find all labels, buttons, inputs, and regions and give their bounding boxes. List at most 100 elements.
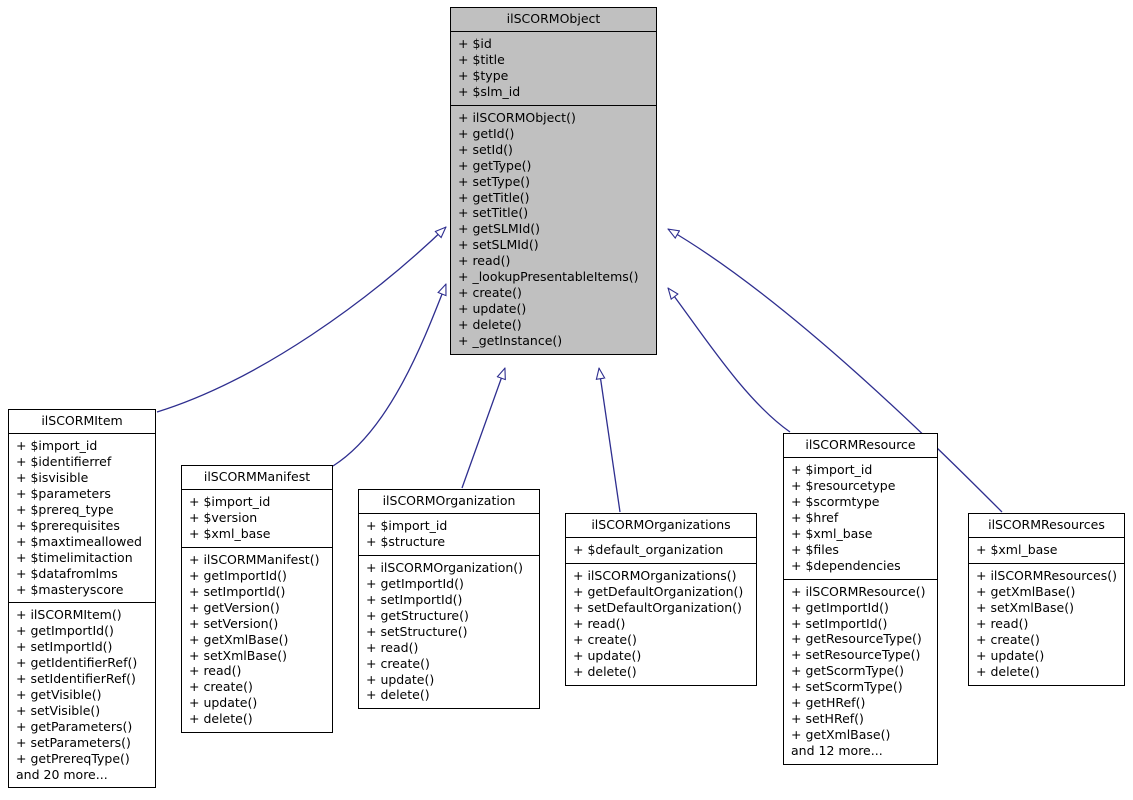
class-method: + update() bbox=[366, 671, 435, 687]
class-attribute: + $structure bbox=[366, 534, 446, 550]
class-method: + ilSCORMManifest() bbox=[189, 552, 320, 568]
class-method: + getTitle() bbox=[458, 189, 530, 205]
class-method: + ilSCORMObject() bbox=[458, 110, 576, 125]
class-method: + getPrereqType() bbox=[16, 750, 130, 766]
class-method: + setImportId() bbox=[366, 592, 463, 607]
class-method: + setHRef() bbox=[791, 710, 864, 726]
class-attribute: + $import_id bbox=[791, 462, 873, 478]
class-method: + update() bbox=[458, 300, 527, 316]
class-attribute: + $default_organization bbox=[573, 542, 724, 558]
edge-ilscormorganizations-to-ilscormobject bbox=[599, 368, 621, 513]
class-name-label: ilSCORMManifest bbox=[182, 466, 332, 491]
class-attribute: + $dependencies bbox=[791, 557, 901, 573]
class-method: + getScormType() bbox=[791, 663, 904, 679]
class-attribute: + $prereq_type bbox=[16, 502, 114, 517]
class-attribute: + $xml_base bbox=[791, 526, 873, 541]
class-attribute: + $datafromlms bbox=[16, 565, 118, 581]
class-attribute: + $import_id bbox=[189, 494, 271, 510]
methods-compartment: + ilSCORMResources() + getXmlBase() + setX… bbox=[969, 564, 1124, 684]
class-method: + getDefaultOrganization() bbox=[573, 584, 744, 600]
class-method: + delete() bbox=[573, 663, 637, 679]
uml-class-ilscormresources[interactable]: ilSCORMResources + $xml_base + ilSCORMReso… bbox=[968, 513, 1125, 686]
class-method: + getId() bbox=[458, 125, 515, 141]
attributes-compartment: + $xml_base bbox=[969, 538, 1124, 565]
class-method: + ilSCORMOrganizations() bbox=[573, 568, 737, 584]
class-method: + ilSCORMResource() bbox=[791, 583, 926, 599]
class-attribute: + $id bbox=[458, 36, 492, 52]
uml-class-ilscormorganization[interactable]: ilSCORMOrganization + $import_id + $struct… bbox=[358, 489, 540, 710]
class-attribute: + $masteryscore bbox=[16, 581, 124, 597]
attributes-compartment: + $import_id + $resourcetype + $scormtype +… bbox=[784, 458, 937, 580]
methods-compartment: + ilSCORMItem() + getImportId() + setImpor… bbox=[9, 603, 155, 787]
class-method: + delete() bbox=[366, 687, 430, 703]
class-attribute: + $timelimitaction bbox=[16, 549, 133, 565]
uml-class-ilscormitem[interactable]: ilSCORMItem + $import_id + $identifierref +… bbox=[8, 409, 156, 789]
class-method: + getVisible() bbox=[16, 686, 102, 702]
class-method: + setVisible() bbox=[16, 702, 101, 718]
class-method: + create() bbox=[189, 679, 253, 695]
class-method: + getXmlBase() bbox=[791, 726, 891, 742]
class-method: + ilSCORMResources() bbox=[976, 568, 1117, 584]
class-attribute: + $title bbox=[458, 52, 505, 68]
class-method: + read() bbox=[976, 616, 1029, 631]
class-attribute: + $scormtype bbox=[791, 494, 880, 510]
attributes-compartment: + $id + $title + $type + $slm_id bbox=[451, 32, 656, 106]
class-attribute: + $slm_id bbox=[458, 84, 521, 100]
methods-compartment: + ilSCORMResource() + getImportId() + setI… bbox=[784, 580, 937, 764]
class-method: + setResourceType() bbox=[791, 647, 921, 663]
class-attribute: + $xml_base bbox=[976, 542, 1058, 558]
class-method: + setTitle() bbox=[458, 205, 529, 221]
attributes-compartment: + $import_id + $structure bbox=[359, 514, 539, 557]
class-method: + read() bbox=[366, 639, 419, 655]
class-method: + setIdentifierRef() bbox=[16, 671, 136, 687]
class-method: + create() bbox=[458, 284, 522, 300]
class-name-label: ilSCORMObject bbox=[451, 8, 656, 33]
methods-compartment: + ilSCORMOrganizations() + getDefaultOrga… bbox=[566, 564, 756, 684]
class-attribute: + $xml_base bbox=[189, 526, 271, 542]
class-method: + getIdentifierRef() bbox=[16, 655, 138, 671]
methods-compartment: + ilSCORMManifest() + getImportId() + setI… bbox=[182, 548, 332, 732]
class-method: + getType() bbox=[458, 157, 532, 173]
uml-class-ilscormorganizations[interactable]: ilSCORMOrganizations + $default_organizat… bbox=[565, 513, 757, 686]
class-attribute: + $import_id bbox=[366, 518, 448, 534]
class-method: + delete() bbox=[976, 663, 1040, 679]
class-method: + create() bbox=[573, 631, 637, 647]
edge-ilscormorganization-to-ilscormobject bbox=[461, 368, 505, 489]
class-method: + setVersion() bbox=[189, 615, 279, 631]
attributes-compartment: + $import_id + $identifierref + $isvisible… bbox=[9, 434, 155, 604]
class-method: + setXmlBase() bbox=[189, 647, 287, 663]
class-attribute: + $files bbox=[791, 541, 839, 557]
class-method: + _lookupPresentableItems() bbox=[458, 269, 639, 285]
methods-compartment: + ilSCORMObject() + getId() + setId() + get… bbox=[451, 106, 656, 354]
class-attribute: + $parameters bbox=[16, 486, 111, 502]
class-method: + getParameters() bbox=[16, 718, 133, 734]
class-method: + update() bbox=[573, 647, 642, 663]
class-method: + ilSCORMOrganization() bbox=[366, 560, 524, 576]
uml-class-ilscormmanifest[interactable]: ilSCORMManifest + $import_id + $version + $… bbox=[181, 465, 333, 734]
class-method: + setParameters() bbox=[16, 734, 131, 750]
class-method: + getXmlBase() bbox=[189, 631, 289, 647]
class-more-members-label: and 12 more... bbox=[791, 742, 883, 758]
class-method: + delete() bbox=[458, 316, 522, 332]
class-method: + update() bbox=[976, 647, 1045, 663]
class-attribute: + $href bbox=[791, 510, 839, 526]
class-method: + setImportId() bbox=[189, 583, 286, 599]
methods-compartment: + ilSCORMOrganization() + getImportId() + … bbox=[359, 556, 539, 708]
uml-class-ilscormresource[interactable]: ilSCORMResource + $import_id + $resourcety… bbox=[783, 433, 938, 765]
class-more-members-label: and 20 more... bbox=[16, 766, 108, 782]
class-method: + update() bbox=[189, 695, 258, 711]
class-method: + getXmlBase() bbox=[976, 584, 1076, 600]
class-attribute: + $isvisible bbox=[16, 470, 89, 486]
attributes-compartment: + $default_organization bbox=[566, 538, 756, 565]
class-method: + setDefaultOrganization() bbox=[573, 600, 742, 616]
class-name-label: ilSCORMResources bbox=[969, 514, 1124, 539]
uml-class-ilscormobject[interactable]: ilSCORMObject + $id + $title + $type + $slm_… bbox=[450, 7, 657, 355]
class-name-label: ilSCORMItem bbox=[9, 410, 155, 435]
class-method: + setImportId() bbox=[16, 639, 113, 655]
class-method: + getStructure() bbox=[366, 607, 469, 623]
class-method: + getImportId() bbox=[189, 568, 287, 583]
class-method: + delete() bbox=[189, 711, 253, 727]
class-name-label: ilSCORMOrganization bbox=[359, 490, 539, 515]
class-method: + setSLMId() bbox=[458, 237, 539, 253]
class-method: + getResourceType() bbox=[791, 631, 922, 647]
